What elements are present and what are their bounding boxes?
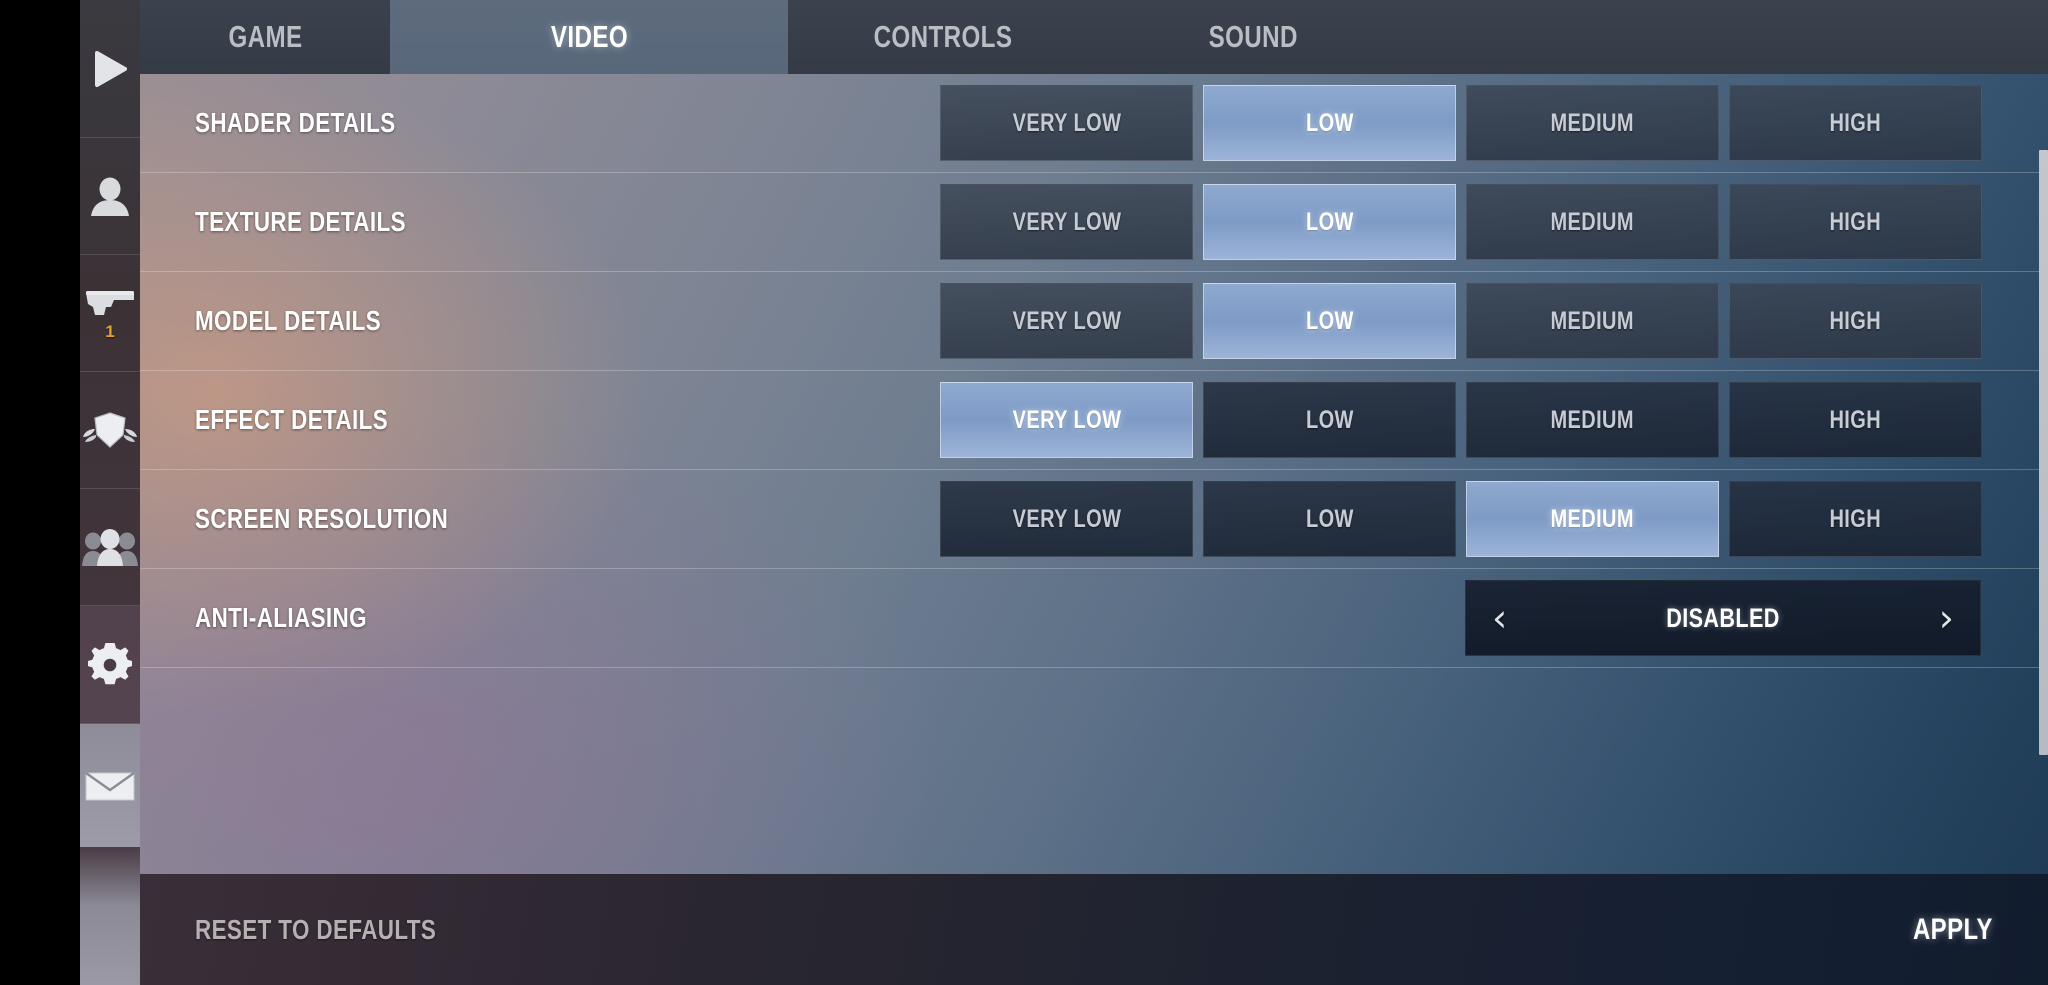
tab-sound[interactable]: SOUND — [1098, 0, 1408, 74]
sidebar-item-play[interactable] — [80, 0, 140, 138]
setting-label: MODEL DETAILS — [195, 305, 382, 336]
option-group: VERY LOW LOW MEDIUM HIGH — [940, 283, 1982, 359]
option-very-low[interactable]: VERY LOW — [940, 283, 1193, 359]
option-medium[interactable]: MEDIUM — [1466, 382, 1719, 458]
shield-crest-icon — [82, 409, 138, 451]
envelope-icon — [85, 769, 135, 803]
setting-row-texture-details: TEXTURE DETAILS VERY LOW LOW MEDIUM HIGH — [140, 173, 2048, 272]
sidebar-item-weapons[interactable]: 1 — [80, 255, 140, 372]
option-high[interactable]: HIGH — [1729, 481, 1982, 557]
option-low[interactable]: LOW — [1203, 85, 1456, 161]
option-low[interactable]: LOW — [1203, 382, 1456, 458]
option-medium[interactable]: MEDIUM — [1466, 283, 1719, 359]
setting-label: EFFECT DETAILS — [195, 404, 389, 435]
people-group-icon — [82, 528, 138, 566]
setting-row-model-details: MODEL DETAILS VERY LOW LOW MEDIUM HIGH — [140, 272, 2048, 371]
option-group: VERY LOW LOW MEDIUM HIGH — [940, 184, 1982, 260]
tab-bar: GAME VIDEO CONTROLS SOUND — [140, 0, 2048, 74]
chevron-right-icon[interactable]: › — [1939, 599, 1954, 637]
option-very-low[interactable]: VERY LOW — [940, 481, 1193, 557]
left-black-gutter — [0, 0, 80, 985]
play-icon — [90, 50, 130, 88]
tab-controls-label: CONTROLS — [873, 19, 1013, 54]
tab-video[interactable]: VIDEO — [390, 0, 788, 74]
option-group: VERY LOW LOW MEDIUM HIGH — [940, 481, 1982, 557]
weapons-badge: 1 — [105, 321, 115, 341]
setting-label: SHADER DETAILS — [195, 107, 396, 138]
setting-row-screen-resolution: SCREEN RESOLUTION VERY LOW LOW MEDIUM HI… — [140, 470, 2048, 569]
person-icon — [88, 176, 132, 216]
sidebar: 1 — [80, 0, 140, 985]
tab-game[interactable]: GAME — [140, 0, 390, 74]
option-high[interactable]: HIGH — [1729, 382, 1982, 458]
option-very-low[interactable]: VERY LOW — [940, 85, 1193, 161]
option-medium[interactable]: MEDIUM — [1466, 481, 1719, 557]
setting-label: ANTI-ALIASING — [195, 602, 367, 633]
sidebar-item-mail[interactable] — [80, 724, 140, 847]
sidebar-item-settings[interactable] — [80, 606, 140, 724]
anti-aliasing-value: DISABLED — [1666, 602, 1780, 633]
settings-panel: GAME VIDEO CONTROLS SOUND SHADER DETAILS — [140, 0, 2048, 985]
option-group: VERY LOW LOW MEDIUM HIGH — [940, 85, 1982, 161]
setting-row-effect-details: EFFECT DETAILS VERY LOW LOW MEDIUM HIGH — [140, 371, 2048, 470]
option-high[interactable]: HIGH — [1729, 85, 1982, 161]
setting-row-anti-aliasing: ANTI-ALIASING ‹ DISABLED › — [140, 569, 2048, 668]
setting-label: SCREEN RESOLUTION — [195, 503, 449, 534]
option-low[interactable]: LOW — [1203, 184, 1456, 260]
tab-game-label: GAME — [227, 19, 303, 54]
option-group: VERY LOW LOW MEDIUM HIGH — [940, 382, 1982, 458]
option-low[interactable]: LOW — [1203, 283, 1456, 359]
sidebar-item-profile[interactable] — [80, 138, 140, 255]
tab-sound-label: SOUND — [1208, 19, 1298, 54]
pistol-icon — [84, 287, 136, 319]
gear-icon — [88, 642, 132, 687]
reset-to-defaults-button[interactable]: RESET TO DEFAULTS — [195, 914, 497, 946]
option-low[interactable]: LOW — [1203, 481, 1456, 557]
scrollbar[interactable] — [2039, 150, 2048, 755]
option-very-low[interactable]: VERY LOW — [940, 382, 1193, 458]
setting-label: TEXTURE DETAILS — [195, 206, 406, 237]
option-medium[interactable]: MEDIUM — [1466, 184, 1719, 260]
tab-controls[interactable]: CONTROLS — [788, 0, 1098, 74]
tab-video-label: VIDEO — [550, 19, 628, 54]
anti-aliasing-stepper: ‹ DISABLED › — [1465, 580, 1981, 656]
setting-row-shader-details: SHADER DETAILS VERY LOW LOW MEDIUM HIGH — [140, 74, 2048, 173]
option-high[interactable]: HIGH — [1729, 283, 1982, 359]
settings-list: SHADER DETAILS VERY LOW LOW MEDIUM HIGH — [140, 74, 2048, 874]
chevron-left-icon[interactable]: ‹ — [1492, 599, 1507, 637]
option-medium[interactable]: MEDIUM — [1466, 85, 1719, 161]
option-high[interactable]: HIGH — [1729, 184, 1982, 260]
footer-bar: RESET TO DEFAULTS APPLY — [140, 874, 2048, 985]
option-very-low[interactable]: VERY LOW — [940, 184, 1193, 260]
game-settings-screen: 1 GAME VIDEO CONTROLS SOUND SHADER DETAI… — [0, 0, 2048, 985]
sidebar-item-friends[interactable] — [80, 489, 140, 606]
sidebar-item-clan[interactable] — [80, 372, 140, 489]
apply-button[interactable]: APPLY — [1893, 913, 1993, 947]
